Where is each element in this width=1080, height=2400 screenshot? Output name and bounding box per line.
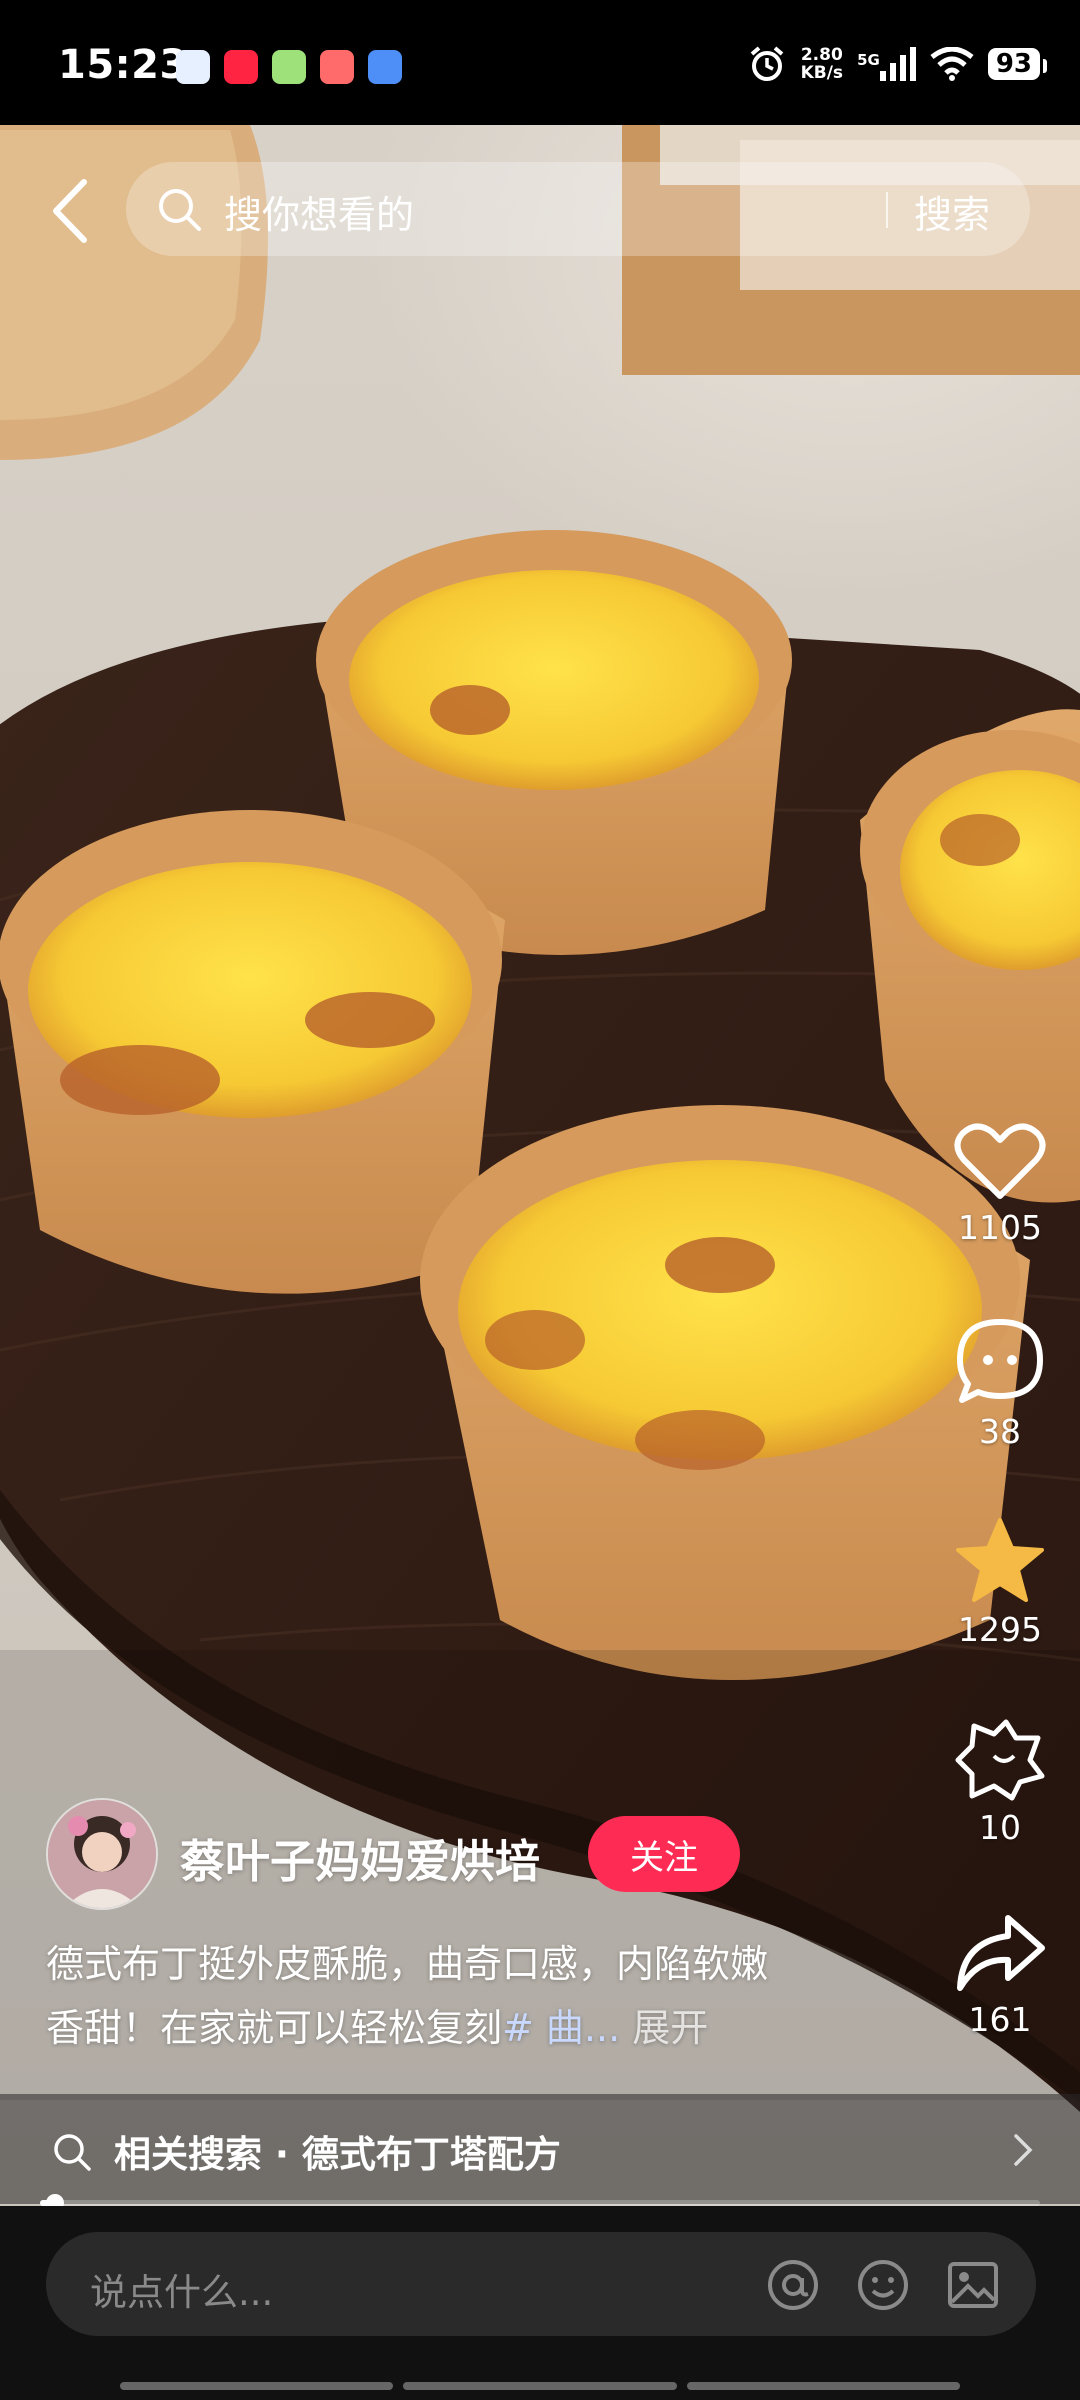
nav-handle bbox=[686, 2382, 960, 2390]
expand-link[interactable]: 展开 bbox=[632, 2006, 708, 2050]
caption-line-2-text: 香甜！在家就可以轻松复刻 bbox=[46, 2006, 503, 2050]
search-placeholder: 搜你想看的 bbox=[224, 193, 415, 237]
battery-level: 93 bbox=[987, 48, 1048, 80]
caption-line-2: 香甜！在家就可以轻松复刻# 曲... 展开 bbox=[46, 1996, 906, 2060]
comment-input[interactable]: 说点什么... bbox=[46, 2232, 1036, 2336]
caption-line-1: 德式布丁挺外皮酥脆，曲奇口感，内陷软嫩 bbox=[46, 1942, 769, 1986]
network-generation: 5G bbox=[857, 51, 880, 69]
avatar-image bbox=[48, 1800, 156, 1908]
app-icon-lightblue bbox=[368, 50, 402, 84]
post-caption[interactable]: 德式布丁挺外皮酥脆，曲奇口感，内陷软嫩 香甜！在家就可以轻松复刻# 曲... 展… bbox=[46, 1932, 906, 2060]
heart-icon bbox=[954, 1123, 1046, 1199]
nav-handle bbox=[120, 2382, 394, 2390]
network-speed: 2.80 KB/s bbox=[801, 46, 843, 82]
comment-action[interactable]: 38 bbox=[948, 1316, 1052, 1451]
author-name[interactable]: 蔡叶子妈妈爱烘培 bbox=[180, 1825, 540, 1890]
nav-handle bbox=[403, 2382, 677, 2390]
search-bar[interactable]: 搜你想看的 搜索 bbox=[126, 162, 1030, 256]
back-icon[interactable] bbox=[46, 176, 96, 246]
author-avatar[interactable] bbox=[46, 1798, 158, 1910]
app-icon-blue bbox=[176, 50, 210, 84]
net-speed-unit: KB/s bbox=[800, 63, 844, 83]
system-nav-handles bbox=[120, 2382, 960, 2390]
status-right: 2.80 KB/s 5G 93 bbox=[747, 44, 1048, 84]
gift-bag-icon bbox=[955, 1719, 1045, 1801]
app-icon-red bbox=[320, 50, 354, 84]
app-icon-green bbox=[272, 50, 306, 84]
like-count: 1105 bbox=[958, 1208, 1042, 1247]
status-bar: 15:23 2.80 KB/s 5G 93 bbox=[0, 0, 1080, 125]
alarm-icon bbox=[750, 46, 783, 81]
chevron-right-icon bbox=[1014, 2134, 1033, 2166]
net-speed-value: 2.80 bbox=[800, 45, 843, 65]
gift-count: 10 bbox=[979, 1808, 1021, 1847]
related-search-bar[interactable]: 相关搜索 · 德式布丁塔配方 bbox=[0, 2094, 1080, 2204]
at-mention-icon[interactable] bbox=[766, 2258, 820, 2312]
comment-count: 38 bbox=[979, 1412, 1021, 1451]
gift-action[interactable]: 10 bbox=[948, 1716, 1052, 1847]
xiaohongshu-icon bbox=[224, 50, 258, 84]
share-arrow-icon bbox=[957, 1915, 1045, 1991]
comment-bubble-icon bbox=[957, 1319, 1043, 1403]
status-app-icons bbox=[176, 50, 402, 84]
related-search-icon bbox=[54, 2134, 91, 2171]
share-action[interactable]: 161 bbox=[948, 1912, 1052, 2039]
caption-hashtag[interactable]: # 曲... bbox=[502, 2006, 620, 2050]
emoji-icon[interactable] bbox=[856, 2258, 910, 2312]
follow-button[interactable]: 关注 bbox=[588, 1816, 740, 1892]
status-time: 15:23 bbox=[58, 42, 188, 88]
star-icon bbox=[956, 1518, 1044, 1602]
favorite-action[interactable]: 1295 bbox=[948, 1516, 1052, 1649]
wifi-icon bbox=[930, 47, 974, 81]
favorite-count: 1295 bbox=[958, 1610, 1042, 1649]
like-action[interactable]: 1105 bbox=[948, 1120, 1052, 1247]
search-divider bbox=[886, 192, 888, 228]
comment-placeholder: 说点什么... bbox=[90, 2271, 274, 2314]
signal-icon bbox=[879, 47, 916, 81]
related-search-text: 相关搜索 · 德式布丁塔配方 bbox=[114, 2133, 561, 2176]
image-icon[interactable] bbox=[946, 2258, 1000, 2312]
search-button[interactable]: 搜索 bbox=[914, 184, 990, 239]
cellular-group: 5G bbox=[857, 47, 916, 81]
bottom-comment-area: 说点什么... bbox=[0, 2206, 1080, 2400]
search-icon bbox=[159, 189, 201, 231]
share-count: 161 bbox=[968, 2000, 1032, 2039]
